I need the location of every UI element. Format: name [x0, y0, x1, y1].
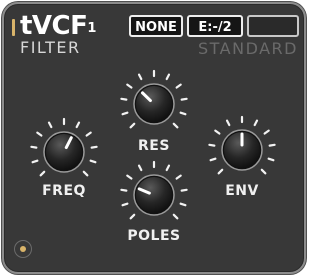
knob-tick — [180, 97, 188, 101]
poles-knob[interactable] — [114, 155, 194, 235]
knob-tick — [82, 170, 89, 177]
knob-tick — [137, 164, 143, 172]
knob-tick — [175, 83, 182, 89]
filter-panel: tVCF1 FILTER NONE E:-/2 STANDARD RES FRE… — [2, 2, 306, 274]
knob-tick — [89, 159, 97, 164]
knob-tick — [214, 129, 221, 135]
poles-label: POLES — [127, 228, 181, 244]
knob-tick — [267, 157, 275, 162]
knob-tick — [165, 73, 171, 81]
knob-tick — [120, 188, 128, 192]
envelope-selector[interactable]: E:-/2 — [187, 15, 243, 37]
knob-tick — [30, 145, 38, 149]
module-subtitle: FILTER — [20, 38, 81, 57]
knob-tick — [217, 168, 224, 175]
knob-body — [136, 177, 172, 213]
knob-tick — [85, 131, 92, 137]
res-label: RES — [138, 138, 170, 154]
corner-indicator-dot — [20, 246, 26, 252]
brand-accent-bar — [12, 19, 15, 36]
poles-knob-graphic — [120, 160, 188, 220]
freq-knob-graphic — [30, 117, 98, 177]
freq-knob[interactable] — [24, 112, 104, 192]
res-knob[interactable] — [114, 64, 194, 144]
knob-tick — [172, 213, 179, 220]
knob-tick — [180, 188, 188, 192]
empty-selector[interactable] — [247, 15, 299, 37]
knob-tick — [126, 83, 133, 89]
knob-tick — [36, 131, 43, 137]
knob-tick — [225, 119, 231, 127]
routing-selector[interactable]: NONE — [129, 15, 183, 37]
knob-tick — [209, 157, 217, 162]
knob-tick — [253, 119, 259, 127]
knob-tick — [179, 111, 187, 116]
knob-tick — [120, 97, 128, 101]
knob-tick — [137, 73, 143, 81]
knob-body — [136, 86, 172, 122]
mode-label: STANDARD — [197, 39, 298, 58]
knob-body — [46, 134, 82, 170]
knob-tick — [39, 170, 46, 177]
knob-tick — [175, 174, 182, 180]
knob-tick — [165, 164, 171, 172]
knob-tick — [75, 121, 81, 129]
knob-tick — [172, 122, 179, 129]
knob-tick — [129, 213, 136, 220]
res-knob-graphic — [120, 69, 188, 129]
knob-tick — [31, 159, 39, 164]
knob-tick — [121, 202, 129, 207]
knob-tick — [121, 111, 129, 116]
knob-tick — [129, 122, 136, 129]
knob-tick — [47, 121, 53, 129]
knob-tick — [179, 202, 187, 207]
env-label: ENV — [225, 183, 259, 199]
freq-label: FREQ — [42, 183, 86, 199]
env-knob-graphic — [208, 115, 276, 175]
knob-tick — [208, 143, 216, 147]
knob-tick — [260, 168, 267, 175]
knob-tick — [263, 129, 270, 135]
knob-tick — [126, 174, 133, 180]
knob-tick — [90, 145, 98, 149]
knob-tick — [268, 143, 276, 147]
env-knob[interactable] — [202, 110, 282, 190]
